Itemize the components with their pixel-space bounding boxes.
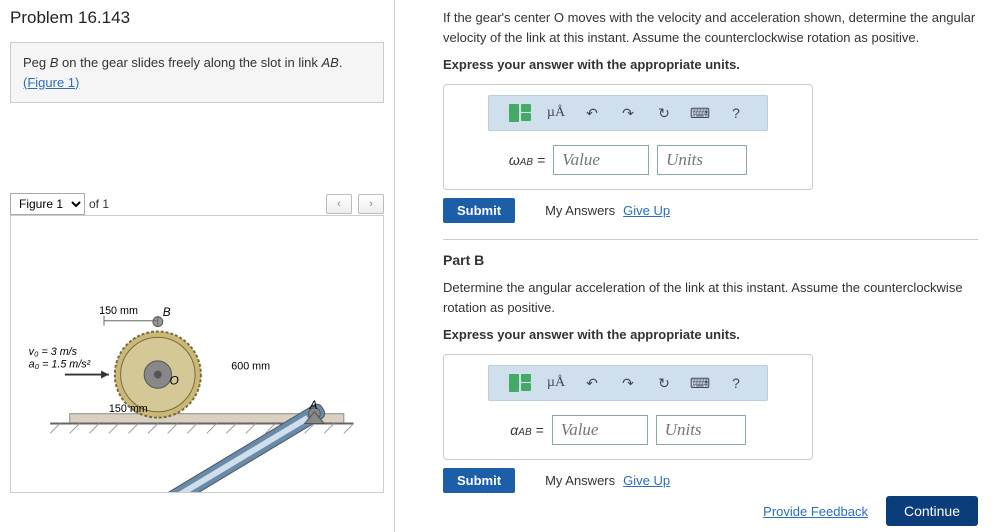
undo-icon[interactable]: ↶ <box>581 102 603 124</box>
problem-title: Problem 16.143 <box>10 8 384 28</box>
parta-my-answers[interactable]: My Answers <box>545 203 615 218</box>
undo-icon[interactable]: ↶ <box>581 372 603 394</box>
problem-note: Peg B on the gear slides freely along th… <box>10 42 384 103</box>
partb-express: Express your answer with the appropriate… <box>443 327 978 342</box>
figure-link[interactable]: (Figure 1) <box>23 75 79 90</box>
parta-value-input[interactable] <box>553 145 649 175</box>
parta-toolbar: µÅ ↶ ↷ ↻ ⌨ ? <box>488 95 768 131</box>
partb-toolbar: µÅ ↶ ↷ ↻ ⌨ ? <box>488 365 768 401</box>
keyboard-icon[interactable]: ⌨ <box>689 372 711 394</box>
figure-prev-button[interactable]: ‹ <box>326 194 352 214</box>
label-vo: v₀ = 3 m/s <box>29 346 78 358</box>
special-char-button[interactable]: µÅ <box>545 102 567 124</box>
fraction-tool-icon[interactable] <box>509 102 531 124</box>
fraction-tool-icon[interactable] <box>509 372 531 394</box>
parta-express: Express your answer with the appropriate… <box>443 57 978 72</box>
link-ab: AB <box>321 55 338 70</box>
dim-150-bot: 150 mm <box>109 403 148 415</box>
figure-selector[interactable]: Figure 1 <box>10 193 85 215</box>
partb-my-answers[interactable]: My Answers <box>545 473 615 488</box>
dim-600: 600 mm <box>231 361 270 373</box>
note-text: on the gear slides freely along the slot… <box>58 55 321 70</box>
parta-answer-box: µÅ ↶ ↷ ↻ ⌨ ? ωAB = <box>443 84 813 190</box>
continue-button[interactable]: Continue <box>886 496 978 526</box>
label-o: O <box>170 374 179 387</box>
parta-variable: ωAB = <box>509 152 545 168</box>
provide-feedback-link[interactable]: Provide Feedback <box>763 504 868 519</box>
dim-150-top: 150 mm <box>99 305 138 317</box>
redo-icon[interactable]: ↷ <box>617 102 639 124</box>
figure-next-button[interactable]: › <box>358 194 384 214</box>
help-icon[interactable]: ? <box>725 102 747 124</box>
special-char-button[interactable]: µÅ <box>545 372 567 394</box>
keyboard-icon[interactable]: ⌨ <box>689 102 711 124</box>
partb-variable: αAB = <box>510 422 543 438</box>
partb-title: Part B <box>443 252 978 268</box>
reset-icon[interactable]: ↻ <box>653 372 675 394</box>
figure-count: of 1 <box>89 197 109 211</box>
note-text: . <box>339 55 343 70</box>
label-b: B <box>163 306 171 319</box>
partb-prompt: Determine the angular acceleration of th… <box>443 278 978 317</box>
note-text: Peg <box>23 55 50 70</box>
reset-icon[interactable]: ↻ <box>653 102 675 124</box>
parta-prompt: If the gear's center O moves with the ve… <box>443 8 978 47</box>
label-a: A <box>309 399 318 412</box>
partb-answer-box: µÅ ↶ ↷ ↻ ⌨ ? αAB = <box>443 354 813 460</box>
redo-icon[interactable]: ↷ <box>617 372 639 394</box>
help-icon[interactable]: ? <box>725 372 747 394</box>
parta-units-input[interactable] <box>657 145 747 175</box>
parta-giveup-link[interactable]: Give Up <box>623 203 670 218</box>
partb-submit-button[interactable]: Submit <box>443 468 515 493</box>
partb-giveup-link[interactable]: Give Up <box>623 473 670 488</box>
partb-units-input[interactable] <box>656 415 746 445</box>
parta-submit-button[interactable]: Submit <box>443 198 515 223</box>
divider <box>443 239 978 240</box>
label-ao: a₀ = 1.5 m/s² <box>29 359 91 371</box>
partb-value-input[interactable] <box>552 415 648 445</box>
figure-canvas: 150 mm B v₀ = 3 m/s a₀ = 1.5 m/s² 600 mm… <box>10 215 384 493</box>
